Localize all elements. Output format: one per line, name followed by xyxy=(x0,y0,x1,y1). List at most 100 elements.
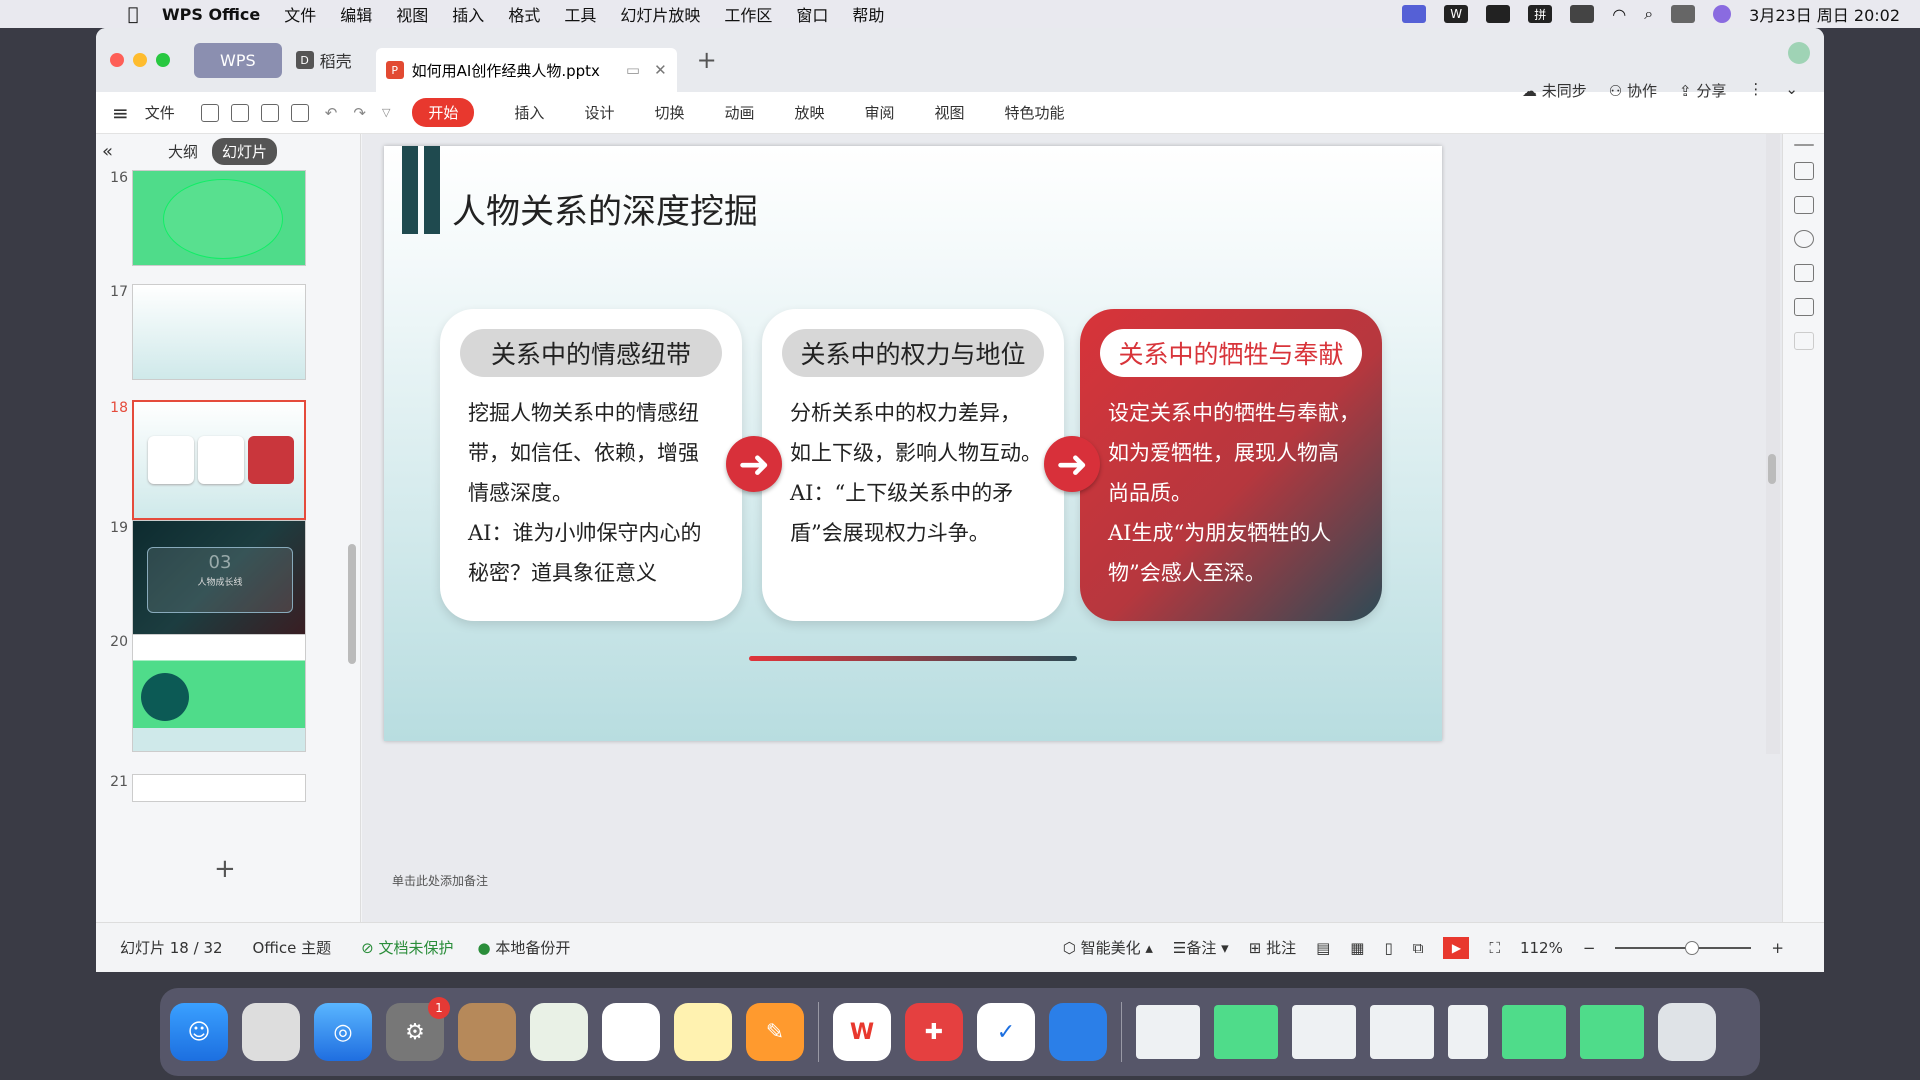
slide-thumbnail[interactable] xyxy=(132,170,306,266)
slide-title[interactable]: 人物关系的深度挖掘 xyxy=(452,184,758,233)
preview-icon[interactable] xyxy=(290,103,309,122)
zoom-slider-knob[interactable] xyxy=(1685,940,1700,955)
tab-wps-home[interactable]: WPS xyxy=(194,42,282,78)
zoom-out-icon[interactable]: − xyxy=(1583,939,1596,957)
tab-daoke[interactable]: D 稻壳 xyxy=(295,48,352,72)
menu-file[interactable]: 文件 xyxy=(284,2,316,26)
slide-thumbnail[interactable] xyxy=(132,634,306,752)
doc-protect-status[interactable]: ⊘ 文档未保护 xyxy=(361,937,453,958)
redo-icon[interactable]: ↷ xyxy=(353,104,366,122)
search-icon[interactable]: ⌕ xyxy=(1644,4,1653,24)
control-center-icon[interactable] xyxy=(1671,5,1696,23)
menu-format[interactable]: 格式 xyxy=(508,2,540,26)
notes-placeholder[interactable]: 单击此处添加备注 xyxy=(392,872,488,889)
tab-special-features[interactable]: 特色功能 xyxy=(1005,102,1065,123)
close-window-icon[interactable] xyxy=(110,53,124,67)
properties-icon[interactable] xyxy=(1793,162,1814,180)
backup-status[interactable]: ● 本地备份开 xyxy=(477,937,570,958)
tab-design[interactable]: 设计 xyxy=(584,102,614,123)
notes-icon[interactable] xyxy=(674,1003,732,1061)
feishu-icon[interactable]: ✓ xyxy=(977,1003,1035,1061)
menu-insert[interactable]: 插入 xyxy=(452,2,484,26)
menu-slideshow[interactable]: 幻灯片放映 xyxy=(620,2,700,26)
wps-tray-icon[interactable]: W xyxy=(1444,5,1469,23)
screen-mirror-icon[interactable]: ▭ xyxy=(626,61,640,79)
system-settings-icon[interactable]: ⚙ 1 xyxy=(386,997,450,1061)
grid-view-icon[interactable]: ▦ xyxy=(1350,939,1364,957)
canvas-scroll-track[interactable] xyxy=(1766,134,1780,754)
tab-insert[interactable]: 插入 xyxy=(514,102,544,123)
wifi-icon[interactable]: ◠ xyxy=(1612,5,1626,24)
collapse-panel-icon[interactable]: « xyxy=(102,141,122,162)
menu-edit[interactable]: 编辑 xyxy=(340,2,372,26)
slides-tab[interactable]: 幻灯片 xyxy=(212,137,278,165)
export-icon[interactable] xyxy=(230,103,249,122)
minimize-window-icon[interactable] xyxy=(133,53,147,67)
undo-icon[interactable]: ↶ xyxy=(325,104,338,122)
siri-icon[interactable] xyxy=(1713,5,1732,23)
panel-scrollbar[interactable] xyxy=(348,544,356,664)
menu-help[interactable]: 帮助 xyxy=(852,2,884,26)
cube-icon[interactable] xyxy=(1793,332,1814,350)
chevron-down-icon[interactable]: ⌄ xyxy=(1785,80,1798,101)
menu-workspace[interactable]: 工作区 xyxy=(724,2,772,26)
sync-button[interactable]: ☁ 未同步 xyxy=(1522,80,1587,101)
comment-button[interactable]: ⊞ 批注 xyxy=(1249,937,1296,958)
trash-icon[interactable] xyxy=(1658,1003,1716,1061)
zoom-level[interactable]: 112% xyxy=(1520,939,1563,957)
play-button[interactable]: ▶ xyxy=(1443,936,1470,959)
tab-animation[interactable]: 动画 xyxy=(724,102,754,123)
card-power-status[interactable]: 关系中的权力与地位 分析关系中的权力差异， 如上下级，影响人物互动。 AI：“上… xyxy=(762,309,1064,621)
share-button[interactable]: ⇪ 分享 xyxy=(1679,80,1726,101)
smart-beautify-button[interactable]: ⬡ 智能美化 ▴ xyxy=(1063,937,1153,958)
feather-icon[interactable] xyxy=(1486,5,1511,23)
normal-view-icon[interactable]: ▤ xyxy=(1316,939,1330,957)
more-icon[interactable]: ⋮ xyxy=(1748,80,1763,101)
input-method-icon[interactable]: 拼 xyxy=(1528,5,1553,23)
tab-view[interactable]: 视图 xyxy=(935,102,965,123)
photos-icon[interactable] xyxy=(602,1003,660,1061)
wps-app-icon[interactable]: W xyxy=(833,1003,891,1061)
history-icon[interactable] xyxy=(1793,230,1814,248)
contacts-icon[interactable] xyxy=(458,1003,516,1061)
minimized-window[interactable] xyxy=(1502,1005,1566,1059)
minimized-window[interactable] xyxy=(1214,1005,1278,1059)
comment-icon[interactable] xyxy=(1793,298,1814,316)
apple-icon[interactable]:  xyxy=(120,4,146,25)
battery-icon[interactable] xyxy=(1570,5,1595,23)
add-slide-icon[interactable]: + xyxy=(214,854,236,884)
launchpad-icon[interactable] xyxy=(242,1003,300,1061)
minimized-window[interactable] xyxy=(1136,1005,1200,1059)
datetime[interactable]: 3月23日 周日 20:02 xyxy=(1749,2,1900,26)
finder-icon[interactable]: ☺ xyxy=(170,1003,228,1061)
close-tab-icon[interactable]: ✕ xyxy=(654,61,667,79)
save-icon[interactable] xyxy=(200,103,219,122)
tab-review[interactable]: 审阅 xyxy=(865,102,895,123)
slide-thumbnail-selected[interactable] xyxy=(132,400,306,520)
tab-document[interactable]: P 如何用AI创作经典人物.pptx ▭ ✕ xyxy=(375,48,677,92)
new-tab-icon[interactable]: + xyxy=(697,46,717,74)
current-slide[interactable]: 人物关系的深度挖掘 关系中的情感纽带 挖掘人物关系中的情感纽 带，如信任、依赖，… xyxy=(384,146,1442,741)
canvas-scroll-thumb[interactable] xyxy=(1768,454,1776,484)
presenter-icon[interactable]: ⧉ xyxy=(1413,939,1424,957)
card-emotional-bond[interactable]: 关系中的情感纽带 挖掘人物关系中的情感纽 带，如信任、依赖，增强 情感深度。 A… xyxy=(440,309,742,621)
slide-thumbnail[interactable] xyxy=(132,774,306,802)
slide-thumbnail[interactable]: 03 人物成长线 xyxy=(132,520,306,638)
maps-icon[interactable] xyxy=(530,1003,588,1061)
theme-name[interactable]: Office 主题 xyxy=(253,937,332,958)
tab-start[interactable]: 开始 xyxy=(412,98,475,127)
zoom-in-icon[interactable]: + xyxy=(1771,939,1784,957)
fit-window-icon[interactable]: ⛶ xyxy=(1489,939,1500,957)
quick-access-dropdown-icon[interactable]: ▽ xyxy=(382,106,390,119)
star-icon[interactable] xyxy=(1793,264,1814,282)
remarks-button[interactable]: ☰备注 ▾ xyxy=(1173,937,1229,958)
screen-icon[interactable] xyxy=(1402,5,1427,23)
minimized-window[interactable] xyxy=(1448,1005,1488,1059)
tab-playback[interactable]: 放映 xyxy=(794,102,824,123)
zoom-slider[interactable] xyxy=(1615,940,1752,955)
live-app-icon[interactable] xyxy=(1049,1003,1107,1061)
user-avatar[interactable] xyxy=(1788,42,1810,64)
menu-tools[interactable]: 工具 xyxy=(564,2,596,26)
zoom-window-icon[interactable] xyxy=(156,53,170,67)
print-icon[interactable] xyxy=(260,103,279,122)
